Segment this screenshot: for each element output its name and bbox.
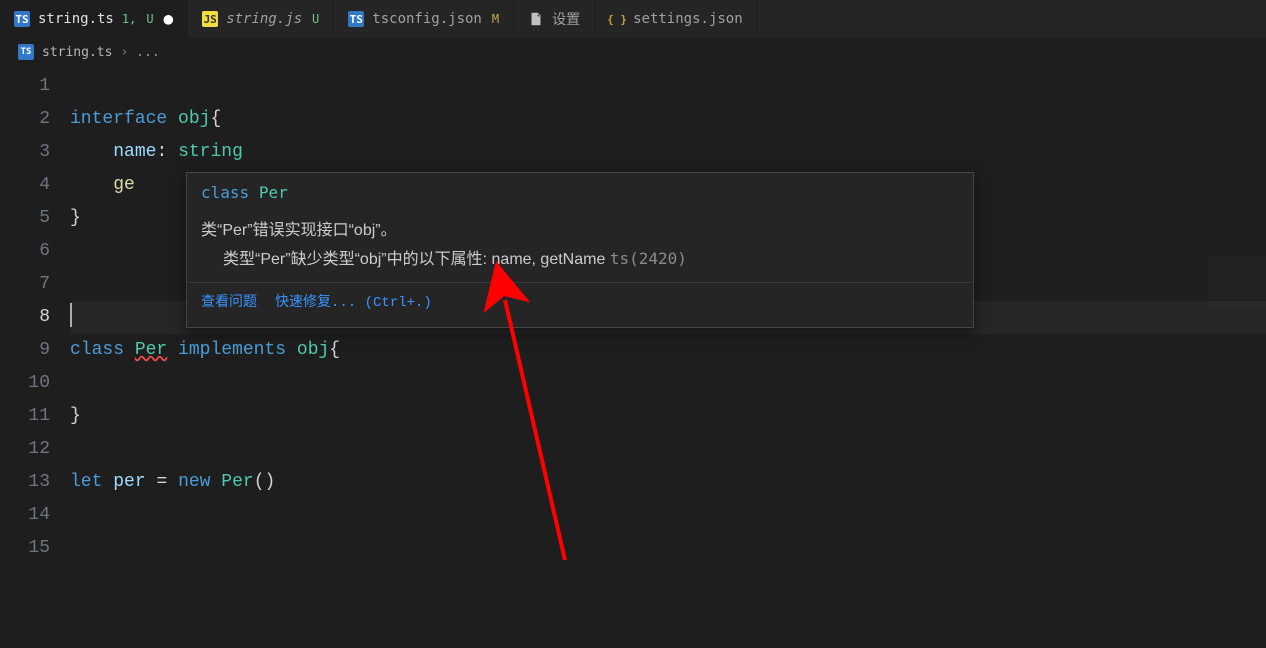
code-line: class Per implements obj{ xyxy=(70,334,1266,367)
hover-message: 类“Per”错误实现接口“obj”。 类型“Per”缺少类型“obj”中的以下属… xyxy=(187,213,973,282)
code-line: } xyxy=(70,400,1266,433)
code-line xyxy=(70,367,1266,400)
line-number: 2 xyxy=(0,103,50,136)
tab-label: settings.json xyxy=(633,11,743,27)
line-number: 3 xyxy=(0,136,50,169)
tab-bar: TS string.ts 1, U ● JS string.js U TS ts… xyxy=(0,0,1266,38)
line-number: 6 xyxy=(0,235,50,268)
code-line xyxy=(70,499,1266,532)
tab-settings-json[interactable]: { } settings.json xyxy=(595,0,758,38)
hover-signature: class Per xyxy=(187,173,973,213)
line-number: 5 xyxy=(0,202,50,235)
code-line: let per = new Per() xyxy=(70,466,1266,499)
tab-label: string.js xyxy=(226,11,302,27)
line-number: 13 xyxy=(0,466,50,499)
tab-git-num: 1, xyxy=(122,12,136,26)
tab-label: string.ts xyxy=(38,11,114,27)
line-number: 1 xyxy=(0,70,50,103)
tab-string-ts[interactable]: TS string.ts 1, U ● xyxy=(0,0,188,38)
tab-label: 设置 xyxy=(552,9,580,29)
line-gutter: 1 2 3 4 5 6 7 8 9 10 11 12 13 14 15 xyxy=(0,70,70,565)
ts-icon: TS xyxy=(18,44,34,60)
tab-status: U xyxy=(146,12,153,26)
code-line: interface obj{ xyxy=(70,103,1266,136)
code-line xyxy=(70,70,1266,103)
text-cursor xyxy=(70,303,72,327)
line-number: 4 xyxy=(0,169,50,202)
tab-status: M xyxy=(492,12,499,26)
breadcrumb-sep: › xyxy=(120,45,128,60)
file-icon xyxy=(528,11,544,27)
tab-label: tsconfig.json xyxy=(372,11,482,27)
line-number: 7 xyxy=(0,268,50,301)
line-number: 14 xyxy=(0,499,50,532)
breadcrumb-ellipsis: ... xyxy=(136,45,159,60)
line-number: 12 xyxy=(0,433,50,466)
tab-string-js[interactable]: JS string.js U xyxy=(188,0,334,38)
code-area[interactable]: interface obj{ name: string ge } class P… xyxy=(70,70,1266,565)
tab-tsconfig[interactable]: TS tsconfig.json M xyxy=(334,0,514,38)
diagnostic-hover: class Per 类“Per”错误实现接口“obj”。 类型“Per”缺少类型… xyxy=(186,172,974,328)
line-number: 11 xyxy=(0,400,50,433)
editor[interactable]: 1 2 3 4 5 6 7 8 9 10 11 12 13 14 15 inte… xyxy=(0,66,1266,565)
code-line xyxy=(70,532,1266,565)
code-line xyxy=(70,433,1266,466)
json-braces-icon: { } xyxy=(609,11,625,27)
js-icon: JS xyxy=(202,11,218,27)
hover-actions: 查看问题 快速修复... (Ctrl+.) xyxy=(187,282,973,327)
view-problem-link[interactable]: 查看问题 xyxy=(201,289,257,317)
breadcrumb-file: string.ts xyxy=(42,45,112,60)
tab-status: U xyxy=(312,12,319,26)
line-number: 10 xyxy=(0,367,50,400)
line-number: 9 xyxy=(0,334,50,367)
line-number: 8 xyxy=(0,301,50,334)
error-squiggle: Per xyxy=(135,340,167,360)
ts-icon: TS xyxy=(348,11,364,27)
breadcrumb[interactable]: TS string.ts › ... xyxy=(0,38,1266,66)
ts-icon: TS xyxy=(14,11,30,27)
minimap-slider[interactable] xyxy=(1208,256,1266,310)
line-number: 15 xyxy=(0,532,50,565)
quick-fix-link[interactable]: 快速修复... xyxy=(275,295,356,311)
code-line: name: string xyxy=(70,136,1266,169)
minimap[interactable] xyxy=(1208,66,1266,565)
tab-settings-ui[interactable]: 设置 xyxy=(514,0,595,38)
shortcut-hint: (Ctrl+.) xyxy=(365,295,432,311)
